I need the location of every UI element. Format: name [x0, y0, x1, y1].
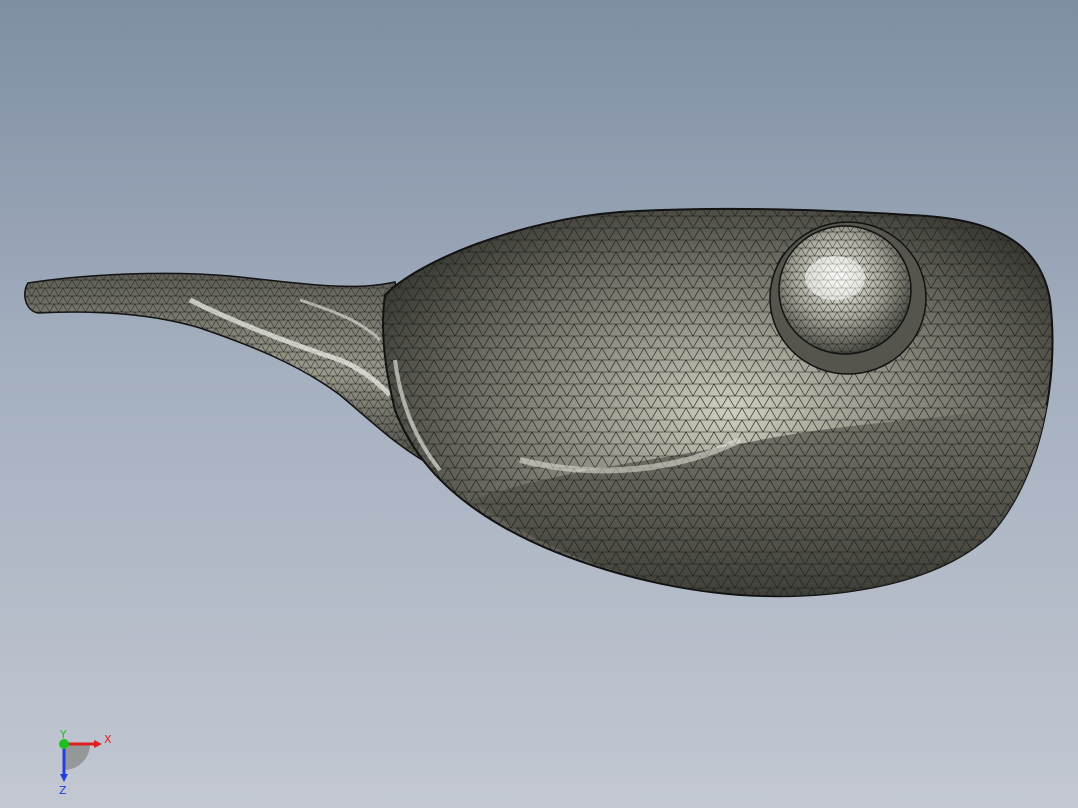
- graphics-viewport[interactable]: X Y Z: [0, 0, 1078, 808]
- y-axis-label: Y: [59, 728, 67, 741]
- knob-part[interactable]: [769, 221, 927, 375]
- orientation-triad: X Y Z: [59, 728, 112, 797]
- z-axis-label: Z: [59, 784, 67, 797]
- triad-plane: [64, 744, 90, 770]
- mesh-model[interactable]: [0, 0, 1078, 808]
- body-part[interactable]: [380, 205, 1060, 605]
- x-axis-label: X: [104, 733, 112, 746]
- z-axis-head: [60, 774, 68, 782]
- x-axis-head: [94, 740, 102, 748]
